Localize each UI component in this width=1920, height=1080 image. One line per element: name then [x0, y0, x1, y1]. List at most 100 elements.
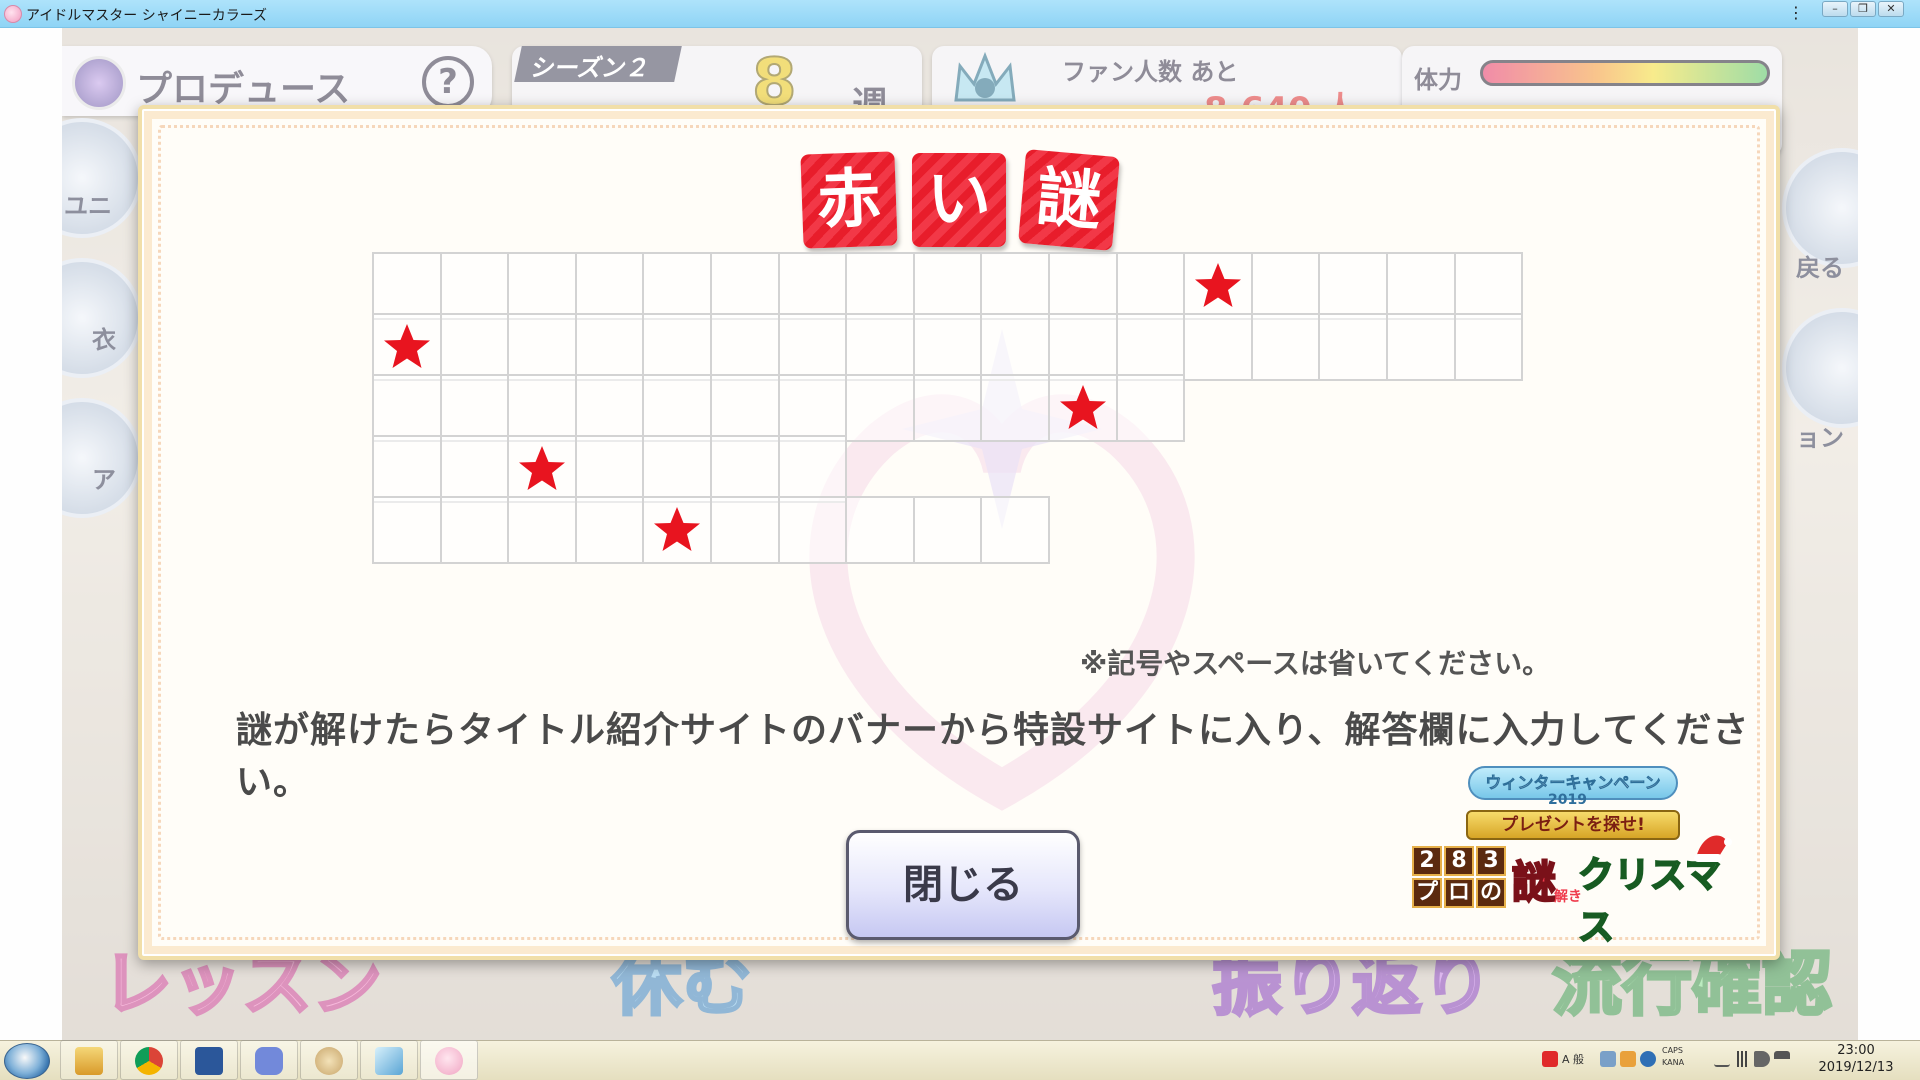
- answer-cell: [372, 252, 442, 320]
- ime-pad-icon[interactable]: [1620, 1051, 1636, 1067]
- answer-cell: [574, 496, 645, 564]
- taskbar-word[interactable]: [180, 1040, 238, 1080]
- action-center-flag-icon[interactable]: [1774, 1051, 1790, 1067]
- logo-box-8: 8: [1444, 846, 1474, 876]
- answer-cell: [1250, 252, 1321, 320]
- answer-cell: [777, 374, 848, 442]
- system-tray: A 般 CAPS KANA: [1538, 1044, 1790, 1076]
- window-title-bar: アイドルマスター シャイニーカラーズ ⋮ – ❐ ✕: [0, 0, 1920, 28]
- answer-cell: [372, 313, 442, 381]
- answer-cell: [1047, 374, 1118, 442]
- caps-indicator: CAPS: [1662, 1046, 1683, 1055]
- taskbar-eraser-app[interactable]: [360, 1040, 418, 1080]
- answer-cell: [1385, 313, 1456, 381]
- red-star-icon: [1059, 385, 1106, 429]
- answer-cell: [912, 374, 983, 442]
- campaign-year: 2019: [1548, 792, 1587, 808]
- restore-button[interactable]: ❐: [1850, 1, 1876, 17]
- answer-cell: [372, 435, 442, 503]
- answer-cell: [1047, 313, 1118, 381]
- answer-cell: [642, 496, 712, 564]
- word-icon: [195, 1047, 223, 1075]
- file-explorer-icon: [75, 1047, 103, 1075]
- answer-cell: [980, 252, 1050, 320]
- taskbar-shinycolors[interactable]: [420, 1040, 478, 1080]
- answer-cell: [1183, 252, 1253, 320]
- answer-cell: [1250, 313, 1321, 381]
- answer-cell: [507, 435, 577, 503]
- answer-cell: [1115, 252, 1186, 320]
- chrome-icon: [135, 1047, 163, 1075]
- answer-cell: [642, 252, 712, 320]
- answer-cell: [1115, 374, 1186, 442]
- taskbar-paint[interactable]: [300, 1040, 358, 1080]
- red-star-icon: [383, 324, 430, 368]
- answer-cell: [1385, 252, 1456, 320]
- logo-box-ro: ロ: [1444, 878, 1474, 908]
- answer-cell: [845, 252, 915, 320]
- answer-cell: [709, 252, 780, 320]
- answer-cell: [1047, 252, 1118, 320]
- kana-indicator: KANA: [1662, 1058, 1685, 1067]
- answer-cell: [1318, 313, 1388, 381]
- campaign-banner: プレゼントを探せ!: [1466, 810, 1680, 840]
- minimize-button[interactable]: –: [1822, 1, 1848, 17]
- taskbar-explorer[interactable]: [60, 1040, 118, 1080]
- eraser-app-icon: [375, 1047, 403, 1075]
- logo-box-2: 2: [1412, 846, 1442, 876]
- start-button[interactable]: [4, 1043, 50, 1079]
- logo-nazo: 謎: [1511, 856, 1557, 909]
- answer-cell: [439, 252, 510, 320]
- answer-cell: [1453, 313, 1524, 381]
- window-menu-icon[interactable]: ⋮: [1788, 3, 1804, 22]
- answer-cell: [777, 252, 848, 320]
- window-title: アイドルマスター シャイニーカラーズ: [26, 8, 268, 24]
- title-tile-aka: 赤: [800, 151, 898, 249]
- answer-cell: [845, 374, 915, 442]
- red-star-icon: [654, 507, 701, 551]
- taskbar-discord[interactable]: [240, 1040, 298, 1080]
- answer-cell: [372, 374, 442, 442]
- answer-cell: [439, 496, 510, 564]
- clock-date: 2019/12/13: [1818, 1060, 1894, 1075]
- campaign-logo: ウィンターキャンペーン 2019 プレゼントを探せ! 2 8 3 プ ロ の 謎…: [1412, 766, 1734, 949]
- answer-cell: [1453, 252, 1524, 320]
- ime-tool-icon[interactable]: [1600, 1051, 1616, 1067]
- red-star-icon: [1194, 263, 1241, 307]
- answer-cell: [709, 496, 780, 564]
- answer-cell: [912, 496, 983, 564]
- answer-cell: [709, 435, 780, 503]
- answer-cell: [777, 496, 848, 564]
- network-icon[interactable]: [1734, 1051, 1750, 1067]
- answer-cell: [507, 313, 577, 381]
- answer-cell: [777, 435, 848, 503]
- answer-cell: [980, 313, 1050, 381]
- discord-icon: [255, 1047, 283, 1075]
- close-window-button[interactable]: ✕: [1878, 1, 1904, 17]
- answer-cell: [372, 496, 442, 564]
- shinycolors-icon: [435, 1047, 463, 1075]
- answer-cell: [777, 313, 848, 381]
- answer-cell: [642, 313, 712, 381]
- clock-time: 23:00: [1837, 1043, 1875, 1058]
- taskbar-clock[interactable]: 23:00 2019/12/13: [1806, 1042, 1906, 1076]
- help-icon[interactable]: [1640, 1051, 1656, 1067]
- grid-row: [372, 252, 1524, 320]
- answer-cell: [912, 252, 983, 320]
- grid-row: [372, 313, 1524, 381]
- right-margin: [1858, 28, 1920, 1040]
- answer-cell: [439, 313, 510, 381]
- answer-cell: [1115, 313, 1186, 381]
- logo-box-3: 3: [1476, 846, 1506, 876]
- show-hidden-icons-icon[interactable]: [1714, 1051, 1730, 1067]
- security-icon[interactable]: [1542, 1051, 1558, 1067]
- grid-row: [372, 374, 1186, 442]
- close-button[interactable]: 閉じる: [846, 830, 1080, 940]
- santa-hat-icon: [1694, 835, 1732, 862]
- answer-cell: [845, 496, 915, 564]
- answer-cell: [574, 374, 645, 442]
- ime-indicator[interactable]: A 般: [1562, 1051, 1596, 1067]
- taskbar-chrome[interactable]: [120, 1040, 178, 1080]
- answer-cell: [980, 374, 1050, 442]
- volume-icon[interactable]: [1754, 1051, 1770, 1067]
